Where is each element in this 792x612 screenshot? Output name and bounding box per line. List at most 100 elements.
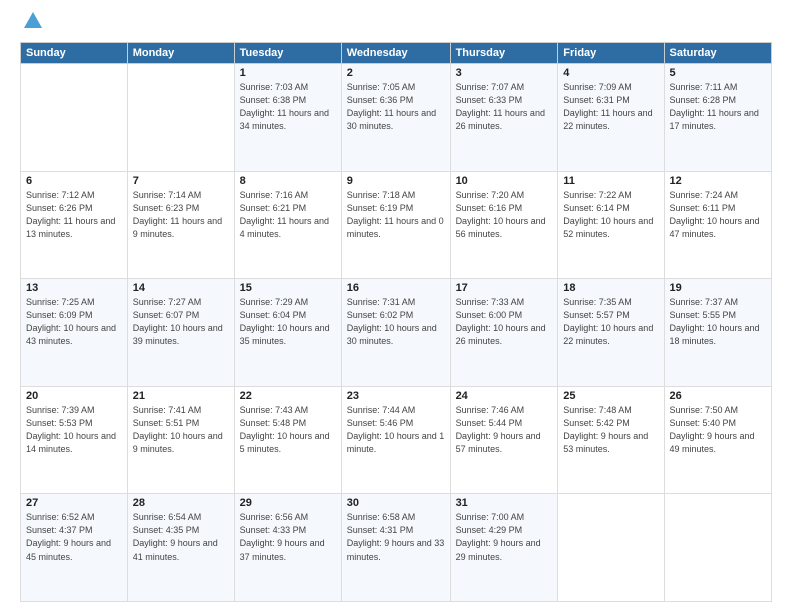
calendar-cell: 31 Sunrise: 7:00 AM Sunset: 4:29 PM Dayli… xyxy=(450,494,558,602)
calendar-cell: 20 Sunrise: 7:39 AM Sunset: 5:53 PM Dayli… xyxy=(21,386,128,494)
day-number: 27 xyxy=(26,497,122,509)
day-number: 10 xyxy=(456,175,553,187)
calendar-cell: 15 Sunrise: 7:29 AM Sunset: 6:04 PM Dayli… xyxy=(234,279,341,387)
day-info: Sunrise: 7:48 AM Sunset: 5:42 PM Dayligh… xyxy=(563,404,658,456)
day-info: Sunrise: 7:33 AM Sunset: 6:00 PM Dayligh… xyxy=(456,296,553,348)
day-number: 24 xyxy=(456,390,553,402)
day-number: 2 xyxy=(347,67,445,79)
calendar-cell: 10 Sunrise: 7:20 AM Sunset: 6:16 PM Dayli… xyxy=(450,171,558,279)
calendar-cell: 19 Sunrise: 7:37 AM Sunset: 5:55 PM Dayli… xyxy=(664,279,772,387)
header-row: SundayMondayTuesdayWednesdayThursdayFrid… xyxy=(21,43,772,64)
day-info: Sunrise: 7:25 AM Sunset: 6:09 PM Dayligh… xyxy=(26,296,122,348)
logo xyxy=(20,16,44,34)
week-row-1: 6Sunrise: 7:12 AM Sunset: 6:26 PM Daylig… xyxy=(21,171,772,279)
day-number: 12 xyxy=(670,175,767,187)
calendar-table: SundayMondayTuesdayWednesdayThursdayFrid… xyxy=(20,42,772,602)
calendar-cell: 7 Sunrise: 7:14 AM Sunset: 6:23 PM Daylig… xyxy=(127,171,234,279)
day-info: Sunrise: 7:16 AM Sunset: 6:21 PM Dayligh… xyxy=(240,189,336,241)
calendar-cell: 30 Sunrise: 6:58 AM Sunset: 4:31 PM Dayli… xyxy=(341,494,450,602)
calendar-cell: 14 Sunrise: 7:27 AM Sunset: 6:07 PM Dayli… xyxy=(127,279,234,387)
calendar-cell: 16 Sunrise: 7:31 AM Sunset: 6:02 PM Dayli… xyxy=(341,279,450,387)
day-number: 29 xyxy=(240,497,336,509)
day-number: 20 xyxy=(26,390,122,402)
day-info: Sunrise: 7:20 AM Sunset: 6:16 PM Dayligh… xyxy=(456,189,553,241)
day-info: Sunrise: 6:58 AM Sunset: 4:31 PM Dayligh… xyxy=(347,511,445,563)
calendar-cell: 21 Sunrise: 7:41 AM Sunset: 5:51 PM Dayli… xyxy=(127,386,234,494)
day-info: Sunrise: 7:44 AM Sunset: 5:46 PM Dayligh… xyxy=(347,404,445,456)
calendar-cell: 29 Sunrise: 6:56 AM Sunset: 4:33 PM Dayli… xyxy=(234,494,341,602)
week-row-0: 1 Sunrise: 7:03 AM Sunset: 6:38 PM Daylig… xyxy=(21,64,772,172)
calendar-cell: 2Sunrise: 7:05 AM Sunset: 6:36 PM Daylig… xyxy=(341,64,450,172)
calendar-cell xyxy=(664,494,772,602)
day-number: 17 xyxy=(456,282,553,294)
day-number: 16 xyxy=(347,282,445,294)
calendar-cell: 27 Sunrise: 6:52 AM Sunset: 4:37 PM Dayli… xyxy=(21,494,128,602)
calendar-cell: 8 Sunrise: 7:16 AM Sunset: 6:21 PM Daylig… xyxy=(234,171,341,279)
day-number: 6 xyxy=(26,175,122,187)
day-number: 8 xyxy=(240,175,336,187)
header-cell-saturday: Saturday xyxy=(664,43,772,64)
day-info: Sunrise: 7:39 AM Sunset: 5:53 PM Dayligh… xyxy=(26,404,122,456)
day-info: Sunrise: 7:22 AM Sunset: 6:14 PM Dayligh… xyxy=(563,189,658,241)
day-info: Sunrise: 6:52 AM Sunset: 4:37 PM Dayligh… xyxy=(26,511,122,563)
calendar-cell: 3Sunrise: 7:07 AM Sunset: 6:33 PM Daylig… xyxy=(450,64,558,172)
calendar-cell xyxy=(558,494,664,602)
week-row-2: 13 Sunrise: 7:25 AM Sunset: 6:09 PM Dayli… xyxy=(21,279,772,387)
calendar-cell: 22Sunrise: 7:43 AM Sunset: 5:48 PM Dayli… xyxy=(234,386,341,494)
day-number: 25 xyxy=(563,390,658,402)
day-info: Sunrise: 7:24 AM Sunset: 6:11 PM Dayligh… xyxy=(670,189,767,241)
day-info: Sunrise: 7:37 AM Sunset: 5:55 PM Dayligh… xyxy=(670,296,767,348)
calendar-cell: 26 Sunrise: 7:50 AM Sunset: 5:40 PM Dayli… xyxy=(664,386,772,494)
day-number: 4 xyxy=(563,67,658,79)
header-cell-friday: Friday xyxy=(558,43,664,64)
day-number: 5 xyxy=(670,67,767,79)
day-number: 23 xyxy=(347,390,445,402)
header-cell-monday: Monday xyxy=(127,43,234,64)
calendar-cell: 23 Sunrise: 7:44 AM Sunset: 5:46 PM Dayli… xyxy=(341,386,450,494)
header-cell-wednesday: Wednesday xyxy=(341,43,450,64)
day-number: 3 xyxy=(456,67,553,79)
day-info: Sunrise: 7:09 AM Sunset: 6:31 PM Dayligh… xyxy=(563,81,658,133)
calendar-cell xyxy=(21,64,128,172)
day-info: Sunrise: 7:03 AM Sunset: 6:38 PM Dayligh… xyxy=(240,81,336,133)
day-number: 19 xyxy=(670,282,767,294)
logo-icon xyxy=(22,10,44,32)
day-number: 31 xyxy=(456,497,553,509)
calendar-cell: 4 Sunrise: 7:09 AM Sunset: 6:31 PM Daylig… xyxy=(558,64,664,172)
day-number: 14 xyxy=(133,282,229,294)
day-number: 30 xyxy=(347,497,445,509)
calendar-cell: 18Sunrise: 7:35 AM Sunset: 5:57 PM Dayli… xyxy=(558,279,664,387)
day-info: Sunrise: 6:54 AM Sunset: 4:35 PM Dayligh… xyxy=(133,511,229,563)
day-number: 13 xyxy=(26,282,122,294)
calendar-cell xyxy=(127,64,234,172)
week-row-3: 20 Sunrise: 7:39 AM Sunset: 5:53 PM Dayli… xyxy=(21,386,772,494)
calendar-cell: 13 Sunrise: 7:25 AM Sunset: 6:09 PM Dayli… xyxy=(21,279,128,387)
day-number: 15 xyxy=(240,282,336,294)
calendar-cell: 28Sunrise: 6:54 AM Sunset: 4:35 PM Dayli… xyxy=(127,494,234,602)
day-number: 9 xyxy=(347,175,445,187)
day-info: Sunrise: 7:31 AM Sunset: 6:02 PM Dayligh… xyxy=(347,296,445,348)
calendar-cell: 25 Sunrise: 7:48 AM Sunset: 5:42 PM Dayli… xyxy=(558,386,664,494)
day-info: Sunrise: 7:14 AM Sunset: 6:23 PM Dayligh… xyxy=(133,189,229,241)
day-info: Sunrise: 7:00 AM Sunset: 4:29 PM Dayligh… xyxy=(456,511,553,563)
day-info: Sunrise: 7:11 AM Sunset: 6:28 PM Dayligh… xyxy=(670,81,767,133)
header-cell-thursday: Thursday xyxy=(450,43,558,64)
calendar-cell: 12 Sunrise: 7:24 AM Sunset: 6:11 PM Dayli… xyxy=(664,171,772,279)
day-info: Sunrise: 7:41 AM Sunset: 5:51 PM Dayligh… xyxy=(133,404,229,456)
calendar-cell: 9Sunrise: 7:18 AM Sunset: 6:19 PM Daylig… xyxy=(341,171,450,279)
day-info: Sunrise: 7:46 AM Sunset: 5:44 PM Dayligh… xyxy=(456,404,553,456)
day-number: 26 xyxy=(670,390,767,402)
calendar-cell: 11Sunrise: 7:22 AM Sunset: 6:14 PM Dayli… xyxy=(558,171,664,279)
calendar-cell: 24 Sunrise: 7:46 AM Sunset: 5:44 PM Dayli… xyxy=(450,386,558,494)
day-number: 21 xyxy=(133,390,229,402)
day-info: Sunrise: 6:56 AM Sunset: 4:33 PM Dayligh… xyxy=(240,511,336,563)
day-info: Sunrise: 7:27 AM Sunset: 6:07 PM Dayligh… xyxy=(133,296,229,348)
day-info: Sunrise: 7:50 AM Sunset: 5:40 PM Dayligh… xyxy=(670,404,767,456)
day-info: Sunrise: 7:29 AM Sunset: 6:04 PM Dayligh… xyxy=(240,296,336,348)
day-number: 1 xyxy=(240,67,336,79)
header xyxy=(20,16,772,34)
day-number: 7 xyxy=(133,175,229,187)
calendar-cell: 5 Sunrise: 7:11 AM Sunset: 6:28 PM Daylig… xyxy=(664,64,772,172)
header-cell-sunday: Sunday xyxy=(21,43,128,64)
day-number: 18 xyxy=(563,282,658,294)
